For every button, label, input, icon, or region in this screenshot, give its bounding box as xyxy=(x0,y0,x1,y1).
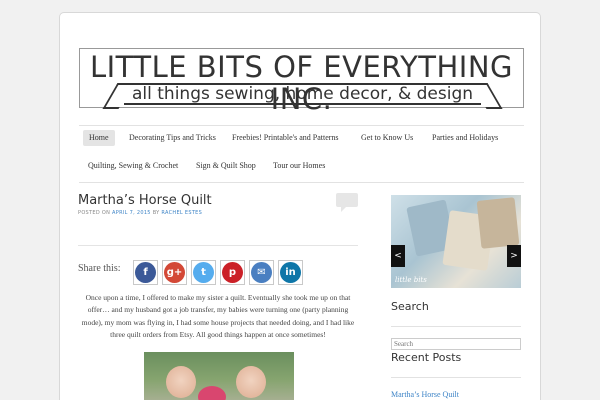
post-body: Once upon a time, I offered to make my s… xyxy=(81,293,355,340)
post-divider xyxy=(78,245,358,246)
banner-ribbon: all things sewing, home decor, & design xyxy=(124,83,481,105)
twitter-share-button[interactable]: t xyxy=(191,260,216,285)
post-photo[interactable] xyxy=(144,352,294,400)
photo-subject xyxy=(166,366,196,398)
post-meta: POSTED ON APRIL 7, 2015 BY RACHEL ESTES xyxy=(78,210,202,216)
slider-fabric xyxy=(476,197,520,249)
nav-item-decorating-tips[interactable]: Decorating Tips and Tricks xyxy=(129,131,216,145)
widget-divider xyxy=(391,326,521,327)
post-author-link[interactable]: RACHEL ESTES xyxy=(161,210,202,216)
google-plus-icon: g+ xyxy=(164,262,185,283)
share-label: Share this: xyxy=(78,263,121,274)
slider-prev-button[interactable]: < xyxy=(391,245,405,267)
facebook-icon: f xyxy=(135,262,156,283)
email-icon: ✉ xyxy=(251,262,272,283)
site-banner[interactable]: LITTLE BITS OF EVERYTHING INC. all thing… xyxy=(79,48,524,115)
linkedin-icon: in xyxy=(280,262,301,283)
recent-posts-title: Recent Posts xyxy=(391,351,462,364)
linkedin-share-button[interactable]: in xyxy=(278,260,303,285)
page-container: LITTLE BITS OF EVERYTHING INC. all thing… xyxy=(59,12,541,400)
comment-bubble-icon[interactable] xyxy=(336,193,358,212)
nav-item-freebies[interactable]: Freebies! Printable's and Patterns xyxy=(232,131,339,145)
nav-item-parties-holidays[interactable]: Parties and Holidays xyxy=(432,131,498,145)
photo-subject xyxy=(236,366,266,398)
pinterest-share-button[interactable]: p xyxy=(220,260,245,285)
post-meta-by: BY xyxy=(152,210,160,216)
twitter-icon: t xyxy=(193,262,214,283)
nav-item-quilting-sewing[interactable]: Quilting, Sewing & Crochet xyxy=(88,159,178,173)
site-tagline: all things sewing, home decor, & design xyxy=(131,84,474,104)
nav-item-home[interactable]: Home xyxy=(83,130,115,146)
widget-divider xyxy=(391,377,521,378)
nav-item-get-to-know-us[interactable]: Get to Know Us xyxy=(361,131,413,145)
nav-item-sign-quilt-shop[interactable]: Sign & Quilt Shop xyxy=(196,159,256,173)
search-input[interactable] xyxy=(391,338,521,350)
main-nav: Home Decorating Tips and Tricks Freebies… xyxy=(79,125,524,183)
slider-caption: little bits xyxy=(395,276,427,284)
post-date-link[interactable]: APRIL 7, 2015 xyxy=(112,210,151,216)
photo-ball xyxy=(198,386,226,400)
pinterest-icon: p xyxy=(222,262,243,283)
post-meta-prefix: POSTED ON xyxy=(78,210,111,216)
facebook-share-button[interactable]: f xyxy=(133,260,158,285)
sidebar-slider[interactable]: < > little bits xyxy=(391,195,521,288)
slider-next-button[interactable]: > xyxy=(507,245,521,267)
email-share-button[interactable]: ✉ xyxy=(249,260,274,285)
google-plus-share-button[interactable]: g+ xyxy=(162,260,187,285)
post-title[interactable]: Martha’s Horse Quilt xyxy=(78,193,212,208)
recent-post-link[interactable]: Martha’s Horse Quilt xyxy=(391,390,459,399)
nav-item-tour-homes[interactable]: Tour our Homes xyxy=(273,159,325,173)
search-widget-title: Search xyxy=(391,300,429,313)
